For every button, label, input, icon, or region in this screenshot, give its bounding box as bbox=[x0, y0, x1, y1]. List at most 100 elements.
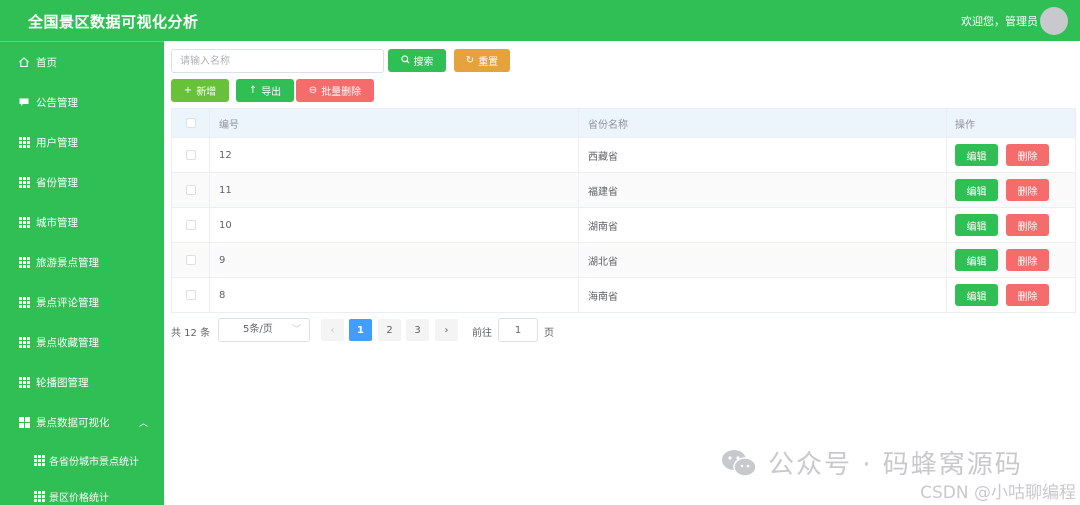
sidebar-item-label: 旅游景点管理 bbox=[36, 256, 99, 269]
edit-button[interactable]: 编辑 bbox=[955, 284, 998, 306]
page-size-select[interactable]: 5条/页 ﹀ bbox=[218, 318, 310, 342]
page-button[interactable]: 1 bbox=[349, 319, 372, 341]
batch-delete-button-label: 批量删除 bbox=[321, 87, 362, 98]
edit-button[interactable]: 编辑 bbox=[955, 249, 998, 271]
reset-button[interactable]: ↻ 重置 bbox=[454, 49, 510, 72]
search-button[interactable]: 搜索 bbox=[388, 49, 446, 72]
sidebar-item-favorites[interactable]: 景点收藏管理 bbox=[0, 322, 164, 362]
row-checkbox-cell bbox=[172, 173, 210, 207]
arrow-up-icon: ↑ bbox=[248, 85, 258, 96]
edit-button[interactable]: 编辑 bbox=[955, 179, 998, 201]
search-icon bbox=[400, 54, 410, 67]
table-row[interactable]: 8 海南省 编辑 删除 bbox=[172, 278, 1075, 313]
select-all-checkbox[interactable] bbox=[185, 118, 196, 128]
grid-icon bbox=[18, 376, 30, 388]
header-actions: 操作 bbox=[955, 119, 975, 131]
sidebar-item-carousel[interactable]: 轮播图管理 bbox=[0, 362, 164, 402]
welcome-text[interactable]: 欢迎您，管理员 bbox=[961, 13, 1038, 29]
row-checkbox[interactable] bbox=[185, 150, 196, 160]
goto-page-input[interactable] bbox=[498, 318, 538, 342]
row-checkbox-cell bbox=[172, 138, 210, 172]
header-id[interactable]: 编号 bbox=[210, 109, 579, 137]
avatar[interactable] bbox=[1040, 7, 1068, 35]
sidebar-item-attractions[interactable]: 旅游景点管理 bbox=[0, 242, 164, 282]
sidebar-subitem-label: 各省份城市景点统计 bbox=[49, 456, 139, 468]
app-title: 全国景区数据可视化分析 bbox=[28, 13, 199, 31]
sidebar-item-label: 首页 bbox=[36, 56, 57, 69]
sidebar-item-cities[interactable]: 城市管理 bbox=[0, 202, 164, 242]
batch-delete-button[interactable]: ⊖ 批量删除 bbox=[296, 79, 374, 102]
export-button[interactable]: ↑ 导出 bbox=[236, 79, 294, 102]
sidebar: 首页 公告管理 用户管理 省份管理 城市管理 旅游景点管理 景点评论管理 景点收… bbox=[0, 41, 164, 505]
grid-icon bbox=[18, 256, 30, 268]
delete-button[interactable]: 删除 bbox=[1006, 144, 1049, 166]
row-checkbox[interactable] bbox=[185, 290, 196, 300]
delete-button[interactable]: 删除 bbox=[1006, 284, 1049, 306]
search-button-label: 搜索 bbox=[413, 57, 434, 68]
row-id: 10 bbox=[210, 208, 579, 242]
menu-icon bbox=[18, 416, 30, 428]
sidebar-item-label: 城市管理 bbox=[36, 216, 78, 229]
row-checkbox[interactable] bbox=[185, 255, 196, 265]
row-id: 9 bbox=[210, 243, 579, 277]
total-count: 共 12 条 bbox=[171, 328, 211, 339]
export-button-label: 导出 bbox=[261, 87, 282, 98]
sidebar-item-label: 景点收藏管理 bbox=[36, 336, 99, 349]
sidebar-item-users[interactable]: 用户管理 bbox=[0, 122, 164, 162]
sidebar-item-label: 轮播图管理 bbox=[36, 376, 89, 389]
goto-label: 前往 bbox=[472, 328, 492, 339]
sidebar-subitem-price-stats[interactable]: 景区价格统计 bbox=[0, 478, 164, 505]
edit-button[interactable]: 编辑 bbox=[955, 144, 998, 166]
sidebar-subitem-label: 景区价格统计 bbox=[49, 492, 109, 504]
pagination: 共 12 条 5条/页 ﹀ ‹ 1 2 3 › 前往 页 bbox=[171, 318, 771, 342]
main-content: 搜索 ↻ 重置 + 新增 ↑ 导出 ⊖ 批量删除 编号 省份名称 操作 12 西… bbox=[164, 41, 1080, 505]
row-actions: 编辑 删除 bbox=[947, 173, 1075, 207]
row-checkbox-cell bbox=[172, 243, 210, 277]
table-header: 编号 省份名称 操作 bbox=[172, 109, 1075, 138]
header-province[interactable]: 省份名称 bbox=[579, 109, 947, 137]
row-actions: 编辑 删除 bbox=[947, 243, 1075, 277]
sidebar-item-label: 用户管理 bbox=[36, 136, 78, 149]
sidebar-item-label: 景点数据可视化 bbox=[36, 416, 110, 429]
row-id: 12 bbox=[210, 138, 579, 172]
delete-button[interactable]: 删除 bbox=[1006, 179, 1049, 201]
grid-icon bbox=[18, 176, 30, 188]
row-checkbox[interactable] bbox=[185, 220, 196, 230]
delete-button[interactable]: 删除 bbox=[1006, 214, 1049, 236]
row-actions: 编辑 删除 bbox=[947, 138, 1075, 172]
row-province: 福建省 bbox=[579, 173, 947, 207]
table-row[interactable]: 9 湖北省 编辑 删除 bbox=[172, 243, 1075, 278]
add-button[interactable]: + 新增 bbox=[171, 79, 229, 102]
data-table: 编号 省份名称 操作 12 西藏省 编辑 删除 11 福建省 编辑 删除 10 … bbox=[171, 108, 1076, 313]
watermark-text: 公众号 · 码蜂窝源码 bbox=[768, 450, 1023, 480]
delete-button[interactable]: 删除 bbox=[1006, 249, 1049, 271]
table-row[interactable]: 11 福建省 编辑 删除 bbox=[172, 173, 1075, 208]
row-checkbox-cell bbox=[172, 278, 210, 312]
top-header: 全国景区数据可视化分析 欢迎您，管理员 bbox=[0, 0, 1080, 41]
table-row[interactable]: 10 湖南省 编辑 删除 bbox=[172, 208, 1075, 243]
prev-page-button[interactable]: ‹ bbox=[321, 319, 344, 341]
table-row[interactable]: 12 西藏省 编辑 删除 bbox=[172, 138, 1075, 173]
next-page-button[interactable]: › bbox=[435, 319, 458, 341]
sidebar-item-provinces[interactable]: 省份管理 bbox=[0, 162, 164, 202]
sidebar-item-comments[interactable]: 景点评论管理 bbox=[0, 282, 164, 322]
watermark: 公众号 · 码蜂窝源码 bbox=[720, 444, 1023, 481]
watermark-csdn: CSDN @小咕聊编程 bbox=[920, 483, 1076, 503]
chevron-down-icon: ﹀ bbox=[291, 325, 301, 335]
message-icon bbox=[18, 96, 30, 108]
sidebar-subitem-province-stats[interactable]: 各省份城市景点统计 bbox=[0, 442, 164, 478]
page-button[interactable]: 3 bbox=[406, 319, 429, 341]
edit-button[interactable]: 编辑 bbox=[955, 214, 998, 236]
row-id: 8 bbox=[210, 278, 579, 312]
goto-suffix: 页 bbox=[544, 328, 554, 339]
sidebar-item-visualization[interactable]: 景点数据可视化 ︿ bbox=[0, 402, 164, 442]
sidebar-item-announcements[interactable]: 公告管理 bbox=[0, 82, 164, 122]
search-input[interactable] bbox=[171, 49, 384, 73]
row-checkbox[interactable] bbox=[185, 185, 196, 195]
page-button[interactable]: 2 bbox=[378, 319, 401, 341]
sidebar-item-home[interactable]: 首页 bbox=[0, 42, 164, 82]
reset-button-label: 重置 bbox=[478, 57, 499, 68]
row-checkbox-cell bbox=[172, 208, 210, 242]
refresh-icon: ↻ bbox=[465, 55, 475, 66]
chevron-up-icon: ︿ bbox=[138, 419, 148, 429]
